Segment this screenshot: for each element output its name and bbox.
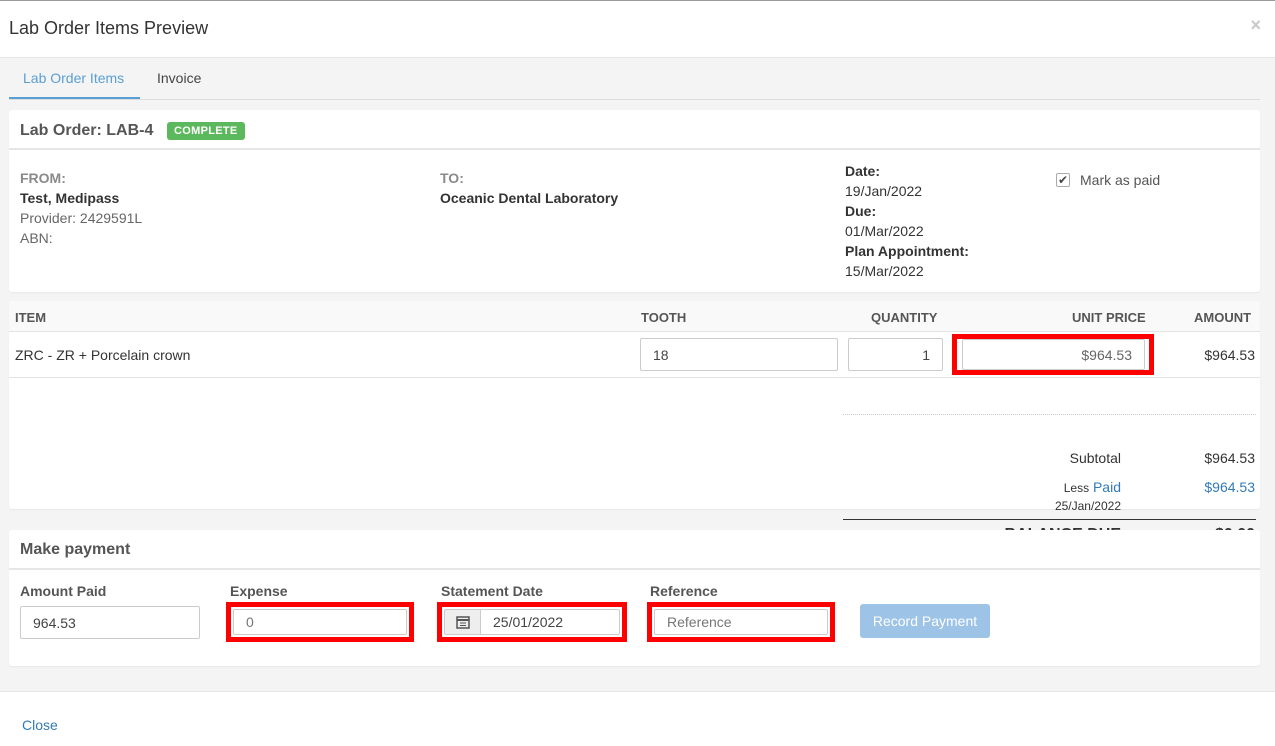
calendar-icon <box>456 616 470 629</box>
date-label: Date: <box>845 163 881 179</box>
record-payment-button[interactable]: Record Payment <box>860 604 990 638</box>
item-amount: $964.53 <box>1204 347 1255 363</box>
modal-body: Lab Order Items Invoice Lab Order: LAB-4… <box>0 58 1275 691</box>
reference-label: Reference <box>650 583 718 599</box>
lab-order-preview-modal: Lab Order Items Preview × Lab Order Item… <box>0 0 1275 746</box>
item-description: ZRC - ZR + Porcelain crown <box>15 347 191 363</box>
col-item: ITEM <box>15 310 47 325</box>
dates-section: Date: 19/Jan/2022 Due: 01/Mar/2022 Plan … <box>845 161 969 281</box>
expense-input[interactable] <box>233 609 407 635</box>
mark-as-paid-checkbox[interactable]: ✔ <box>1056 173 1070 187</box>
from-provider: Provider: 2429591L <box>20 210 143 226</box>
from-abn: ABN: <box>20 230 53 246</box>
table-row: ZRC - ZR + Porcelain crown $964.53 <box>9 332 1260 378</box>
col-quantity: QUANTITY <box>871 310 938 325</box>
order-info-panel: Lab Order: LAB-4 COMPLETE FROM: Test, Me… <box>9 110 1260 292</box>
make-payment-panel: Make payment Amount Paid Expense Stateme… <box>9 530 1260 666</box>
statement-date-input[interactable] <box>480 609 620 635</box>
tooth-input[interactable] <box>640 338 838 371</box>
modal-footer: Close <box>0 691 1275 746</box>
paid-date: 25/Jan/2022 <box>1054 499 1121 513</box>
items-table-header: ITEM TOOTH QUANTITY UNIT PRICE AMOUNT <box>9 301 1260 332</box>
subtotal-divider <box>843 414 1256 415</box>
col-unit-price: UNIT PRICE <box>1072 310 1146 325</box>
make-payment-title: Make payment <box>20 541 131 558</box>
close-icon[interactable]: × <box>1250 15 1261 36</box>
plan-appointment-value: 15/Mar/2022 <box>845 263 924 279</box>
tab-lab-order-items[interactable]: Lab Order Items <box>23 70 124 86</box>
to-name: Oceanic Dental Laboratory <box>440 190 619 206</box>
col-tooth: TOOTH <box>641 310 687 325</box>
payment-panel-header: Make payment <box>9 530 1260 570</box>
to-section: TO: Oceanic Dental Laboratory <box>440 168 618 208</box>
active-tab-indicator <box>9 97 140 99</box>
less-paid-line: Less Paid <box>1064 479 1121 495</box>
from-name: Test, Medipass <box>20 190 120 206</box>
modal-header: Lab Order Items Preview × <box>0 1 1275 58</box>
checkmark-icon: ✔ <box>1057 173 1069 187</box>
from-label: FROM: <box>20 170 66 186</box>
modal-title: Lab Order Items Preview <box>9 18 209 38</box>
amount-paid-label: Amount Paid <box>20 583 107 599</box>
quantity-input[interactable] <box>848 338 943 371</box>
items-panel: ITEM TOOTH QUANTITY UNIT PRICE AMOUNT ZR… <box>9 301 1260 554</box>
status-badge: COMPLETE <box>167 122 245 140</box>
reference-input[interactable] <box>654 609 828 635</box>
close-button[interactable]: Close <box>22 717 58 733</box>
order-title: Lab Order: LAB-4 <box>20 122 154 139</box>
due-value: 01/Mar/2022 <box>845 223 924 239</box>
paid-link[interactable]: Paid <box>1093 479 1121 495</box>
amount-paid-input[interactable] <box>20 606 200 639</box>
unit-price-input[interactable] <box>962 339 1145 370</box>
expense-label: Expense <box>230 583 288 599</box>
paid-value: $964.53 <box>1204 479 1255 495</box>
calendar-addon[interactable] <box>444 609 480 635</box>
plan-appointment-label: Plan Appointment: <box>845 243 969 259</box>
balance-divider-top <box>843 519 1256 520</box>
tab-bar: Lab Order Items Invoice <box>9 58 1260 100</box>
order-panel-header: Lab Order: LAB-4 COMPLETE <box>9 110 1260 150</box>
subtotal-label: Subtotal <box>1069 450 1121 466</box>
tab-invoice[interactable]: Invoice <box>157 70 201 86</box>
date-value: 19/Jan/2022 <box>845 183 923 199</box>
due-label: Due: <box>845 203 877 219</box>
less-label: Less <box>1063 481 1090 495</box>
to-label: TO: <box>440 170 464 186</box>
subtotal-value: $964.53 <box>1204 450 1255 466</box>
col-amount: AMOUNT <box>1194 310 1252 325</box>
from-section: FROM: Test, Medipass Provider: 2429591L … <box>20 168 142 248</box>
mark-as-paid-label[interactable]: Mark as paid <box>1080 172 1160 188</box>
statement-date-label: Statement Date <box>441 583 543 599</box>
